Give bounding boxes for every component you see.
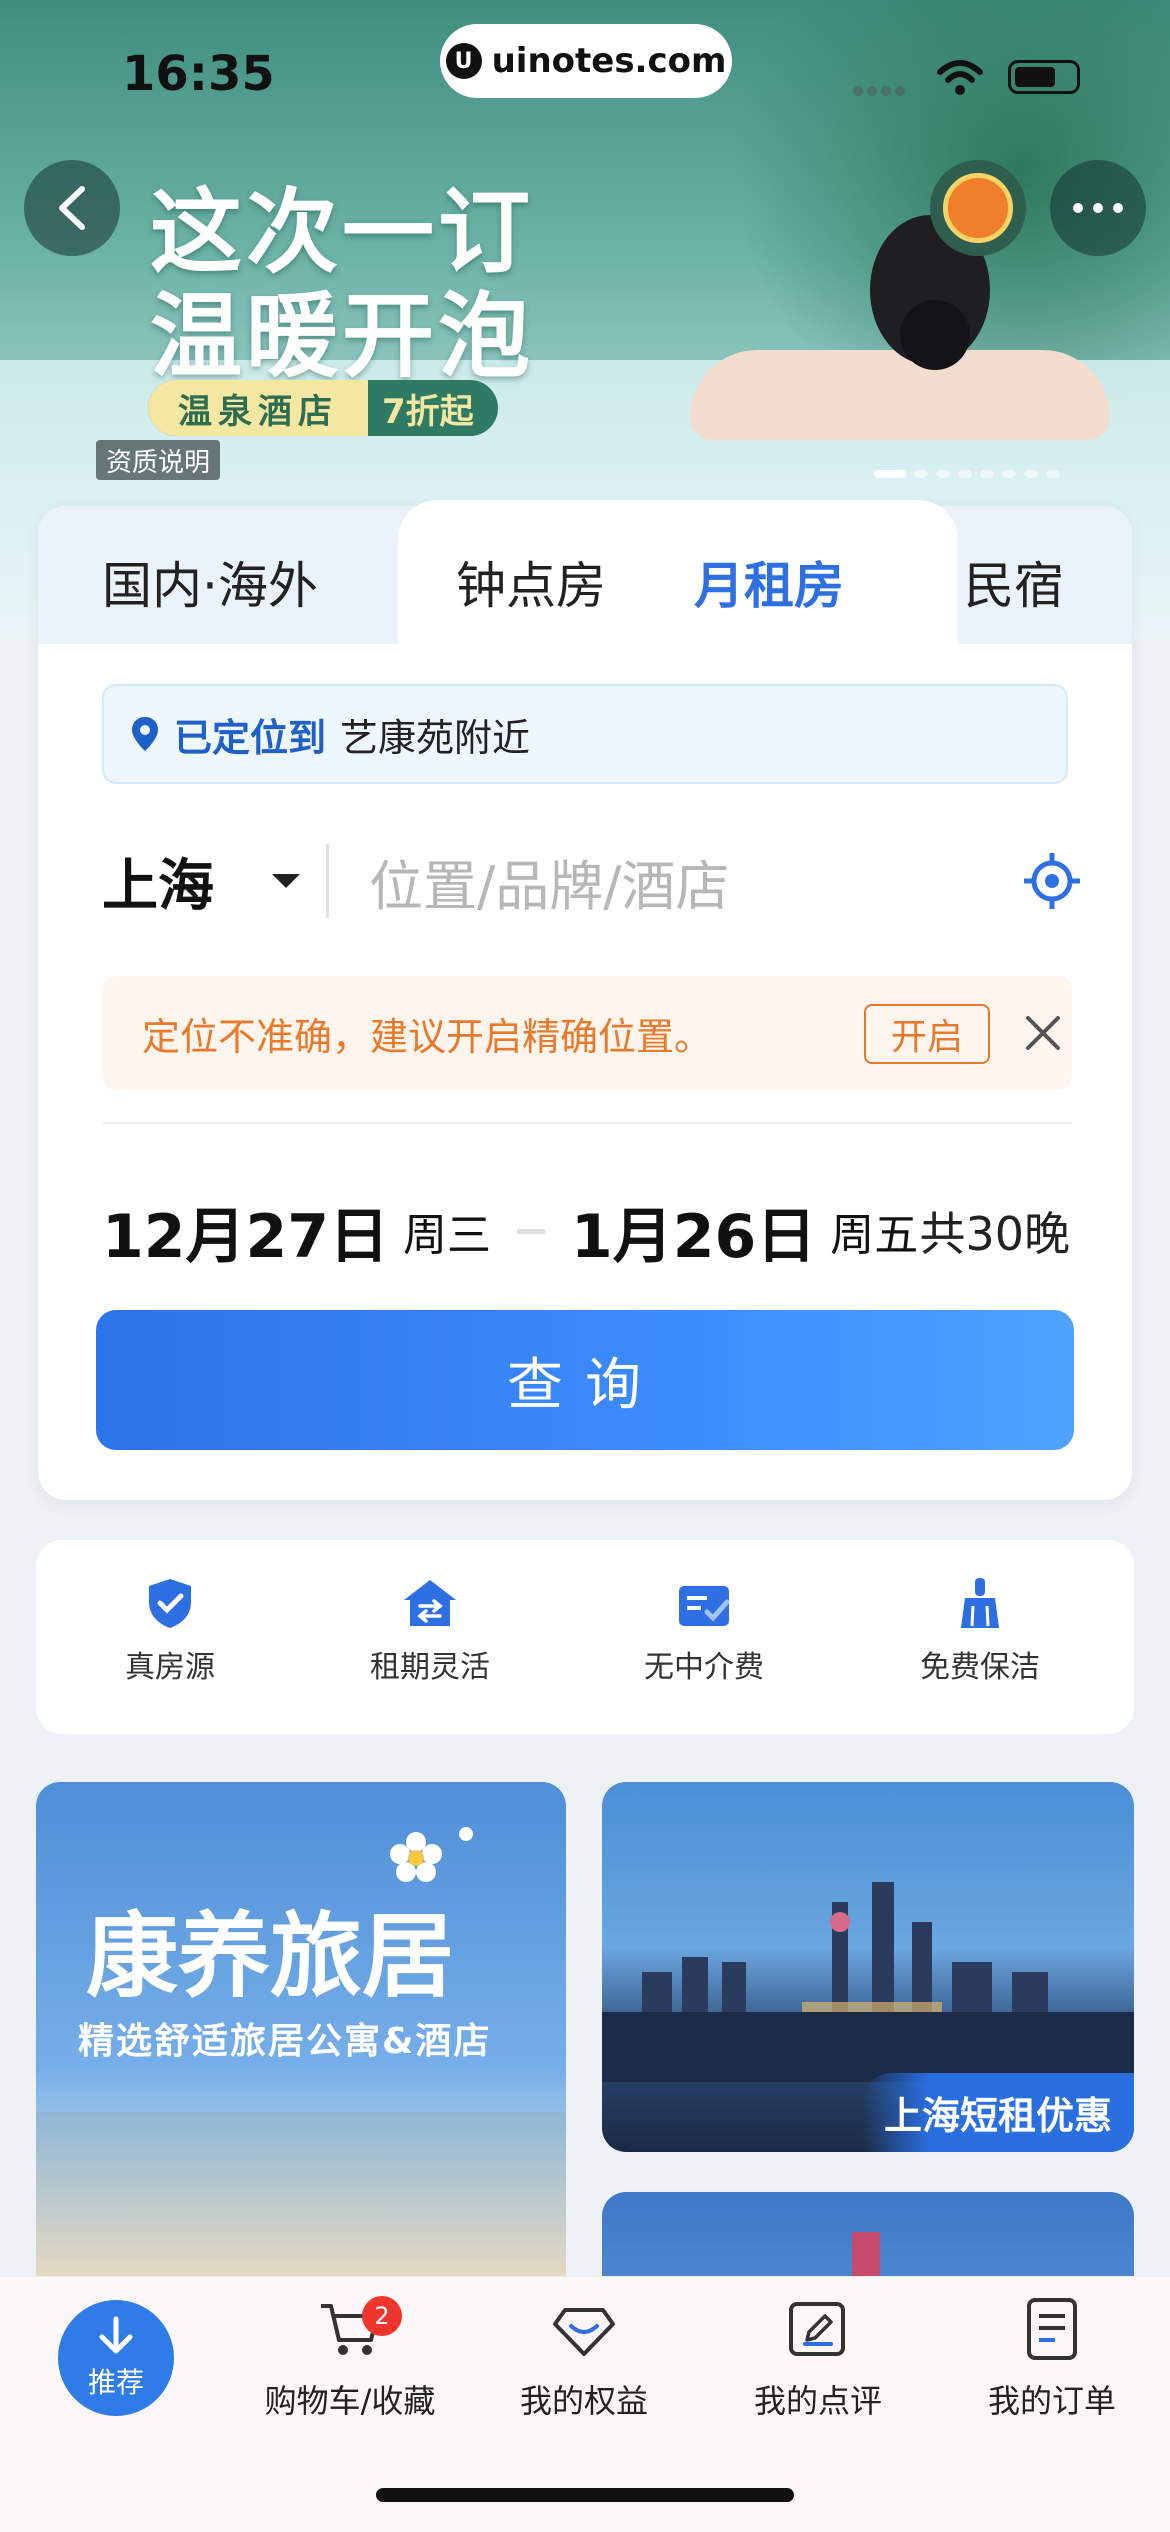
back-button[interactable] xyxy=(24,160,120,256)
more-button[interactable] xyxy=(1050,160,1146,256)
feature-no-agent-fee[interactable]: 无中介费 xyxy=(594,1576,814,1686)
location-tip: 已定位到 艺康苑附近 xyxy=(102,684,1068,784)
enable-location-button[interactable]: 开启 xyxy=(864,1004,990,1064)
tab-monthly-rental[interactable]: 月租房 xyxy=(694,546,844,618)
url-text: uinotes.com xyxy=(491,41,727,81)
divider xyxy=(102,1122,1072,1124)
activity-badge-icon xyxy=(943,173,1013,243)
promo-wellness-stay[interactable]: 康养旅居 精选舒适旅居公寓&酒店 xyxy=(36,1782,566,2302)
diamond-icon xyxy=(553,2308,615,2356)
location-pin-icon xyxy=(132,717,158,751)
query-button[interactable]: 查询 xyxy=(96,1310,1074,1450)
signal-icon xyxy=(853,86,905,96)
promo-subtitle: 精选舒适旅居公寓&酒店 xyxy=(78,2021,492,2062)
search-input[interactable]: 位置/品牌/酒店 xyxy=(369,842,1022,921)
checkout-weekday: 周五 xyxy=(830,1210,919,1261)
date-separator xyxy=(517,1228,545,1234)
query-button-label: 查询 xyxy=(507,1352,663,1418)
nights-count: 共30晚 xyxy=(919,1207,1070,1261)
nav-my-reviews[interactable]: 我的点评 xyxy=(708,2296,928,2422)
warning-text: 定位不准确，建议开启精确位置。 xyxy=(142,1014,713,1059)
chevron-down-icon[interactable] xyxy=(272,874,300,888)
beach-photo xyxy=(36,2112,566,2302)
home-indicator xyxy=(376,2488,794,2502)
city-selector[interactable]: 上海 xyxy=(102,841,214,922)
hero-badge[interactable]: 温泉酒店 7折起 xyxy=(148,380,498,436)
destination-row: 上海 位置/品牌/酒店 xyxy=(102,826,1082,936)
feature-strip: 真房源 租期灵活 无中介费 免费保洁 xyxy=(36,1540,1134,1734)
badge-hot-spring: 温泉酒店 xyxy=(148,380,368,436)
carousel-indicator xyxy=(874,470,1060,478)
checkin-weekday: 周三 xyxy=(403,1210,491,1261)
activity-badge-button[interactable] xyxy=(930,160,1026,256)
url-pill: U uinotes.com xyxy=(440,24,732,98)
feature-free-cleaning[interactable]: 免费保洁 xyxy=(870,1576,1090,1686)
date-range[interactable]: 12月27日 周三 1月26日 周五 共30晚 xyxy=(102,1176,1082,1286)
search-card: 国内·海外 钟点房 月租房 民宿 已定位到 艺康苑附近 上海 位置/品牌/酒店 … xyxy=(38,500,1132,1500)
feature-real-listing[interactable]: 真房源 xyxy=(60,1576,280,1686)
location-place: 艺康苑附近 xyxy=(340,715,531,760)
location-status: 已定位到 xyxy=(174,715,327,760)
shanghai-skyline-photo xyxy=(602,1882,1134,2082)
wifi-icon xyxy=(937,60,983,95)
edit-icon xyxy=(789,2302,845,2356)
shield-check-icon xyxy=(149,1579,191,1628)
card-check-icon xyxy=(679,1586,730,1626)
checkin-date[interactable]: 12月27日 xyxy=(102,1188,389,1275)
battery-icon xyxy=(1008,60,1080,94)
cart-count-badge: 2 xyxy=(362,2296,402,2336)
locate-me-icon[interactable] xyxy=(1022,851,1082,911)
status-time: 16:35 xyxy=(122,46,275,102)
nav-my-orders[interactable]: 我的订单 xyxy=(942,2296,1162,2422)
badge-discount: 7折起 xyxy=(382,391,474,432)
recommend-button[interactable]: 推荐 xyxy=(58,2300,174,2416)
checkout-date[interactable]: 1月26日 xyxy=(571,1188,816,1275)
tab-domestic-overseas[interactable]: 国内·海外 xyxy=(102,546,318,618)
flower-icon xyxy=(390,1827,473,1882)
nav-my-benefits[interactable]: 我的权益 xyxy=(474,2296,694,2422)
order-icon xyxy=(1027,2298,1077,2360)
bather-hair-bun xyxy=(900,300,970,370)
broom-icon xyxy=(961,1578,999,1628)
promo-shanghai-short-rent[interactable]: 上海短租优惠 xyxy=(602,1782,1134,2152)
nav-cart-favorites[interactable]: 购物车/收藏 xyxy=(240,2296,460,2422)
location-warning: 定位不准确，建议开启精确位置。 开启 xyxy=(102,976,1072,1090)
promo-tag: 上海短租优惠 xyxy=(861,2073,1134,2152)
tab-homestay[interactable]: 民宿 xyxy=(964,546,1064,618)
bather-shoulders xyxy=(690,350,1110,440)
qualification-link[interactable]: 资质说明 xyxy=(96,440,221,480)
feature-flexible-term[interactable]: 租期灵活 xyxy=(320,1576,540,1686)
site-logo-icon: U xyxy=(445,43,482,79)
hero-title-line2: 温暖开泡 xyxy=(150,282,535,390)
house-swap-icon xyxy=(404,1580,456,1626)
arrow-down-icon xyxy=(99,2316,133,2354)
chevron-left-icon xyxy=(59,186,85,230)
close-icon[interactable] xyxy=(1020,1010,1066,1056)
tab-hourly-room[interactable]: 钟点房 xyxy=(456,546,606,618)
